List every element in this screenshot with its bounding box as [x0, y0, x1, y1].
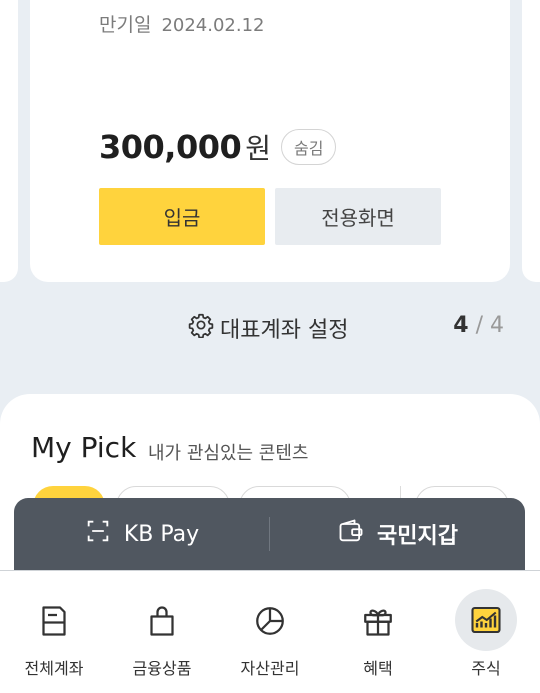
balance-row: 300,000 원 숨김 — [99, 127, 337, 167]
my-pick-subtitle: 내가 관심있는 콘텐츠 — [148, 443, 309, 464]
dedicated-screen-button[interactable]: 전용화면 — [275, 188, 441, 245]
gift-icon — [354, 597, 402, 645]
deposit-button[interactable]: 입금 — [99, 188, 265, 245]
next-card-peek[interactable] — [522, 0, 540, 282]
nav-label: 혜택 — [363, 659, 393, 678]
balance-amount: 300,000 — [99, 128, 242, 166]
nav-item-asset-management[interactable]: 자산관리 — [216, 571, 324, 693]
wallet-label: 국민지갑 — [377, 524, 458, 549]
shopping-bag-icon — [138, 597, 186, 645]
nav-label: 주식 — [471, 659, 501, 678]
kb-pay-button[interactable]: KB Pay — [14, 517, 269, 551]
nav-label: 자산관리 — [240, 659, 300, 678]
account-list-icon — [30, 597, 78, 645]
currency-unit: 원 — [245, 132, 272, 165]
pager-separator: / — [475, 313, 483, 338]
nav-item-benefits[interactable]: 혜택 — [324, 571, 432, 693]
main-account-settings-label: 대표계좌 설정 — [220, 318, 349, 343]
card-pager: 4 / 4 — [453, 313, 504, 338]
due-date: 2024.02.12 — [161, 15, 265, 36]
scan-icon — [84, 517, 112, 551]
account-card: 만기일 2024.02.12 300,000 원 숨김 입금 전용화면 — [30, 0, 510, 282]
nav-item-financial-products[interactable]: 금융상품 — [108, 571, 216, 693]
due-date-row: 만기일 2024.02.12 — [99, 10, 265, 37]
pager-total: 4 — [490, 313, 504, 338]
my-pick-title: My Pick — [31, 431, 137, 464]
pager-current: 4 — [453, 313, 469, 338]
wallet-icon — [337, 517, 365, 551]
nav-item-stocks[interactable]: 주식 — [432, 571, 540, 693]
main-account-settings-link[interactable]: 대표계좌 설정 — [188, 312, 348, 344]
bottom-navigation: 전체계좌 금융상품 자산관리 혜택 주식 — [0, 570, 540, 693]
pie-chart-icon — [246, 597, 294, 645]
previous-card-peek[interactable] — [0, 0, 18, 282]
nav-item-all-accounts[interactable]: 전체계좌 — [0, 571, 108, 693]
wallet-button[interactable]: 국민지갑 — [270, 517, 525, 551]
nav-label: 금융상품 — [132, 659, 192, 678]
quick-pay-bar: KB Pay 국민지갑 — [14, 498, 525, 570]
nav-label: 전체계좌 — [24, 659, 84, 678]
hide-balance-button[interactable]: 숨김 — [281, 129, 337, 165]
due-label: 만기일 — [99, 14, 152, 36]
gear-icon — [188, 312, 214, 344]
kb-pay-label: KB Pay — [123, 521, 200, 547]
stock-chart-icon — [455, 589, 517, 651]
